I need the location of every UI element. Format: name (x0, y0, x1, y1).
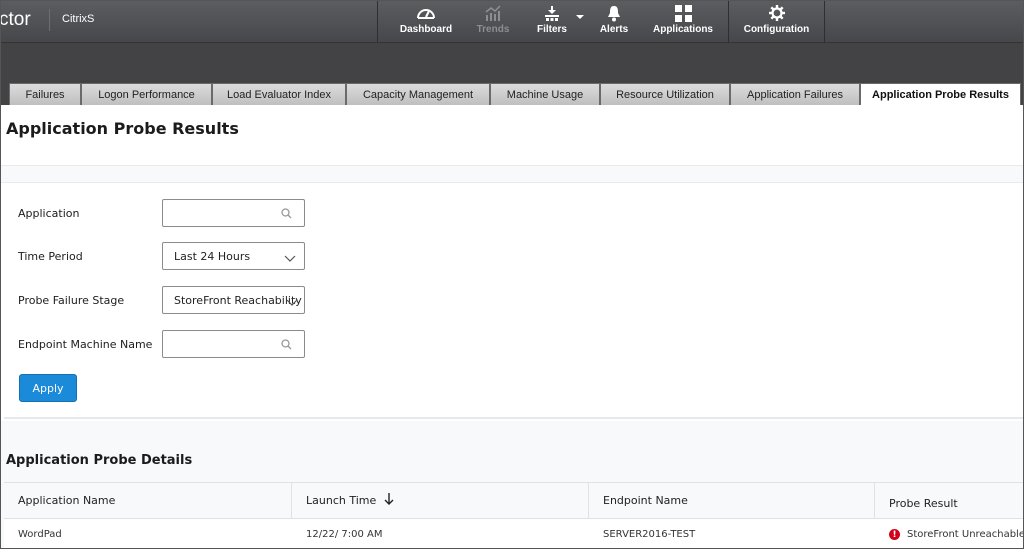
report-tabs: Failures Logon Performance Load Evaluato… (1, 83, 1023, 105)
gear-icon (768, 3, 785, 23)
nav-divider (824, 1, 825, 43)
tab-failures[interactable]: Failures (9, 83, 81, 105)
trend-chart-icon (485, 3, 501, 23)
error-icon: ! (889, 529, 900, 540)
nav-dashboard[interactable]: Dashboard (378, 1, 474, 43)
nav-trends-label: Trends (476, 24, 510, 35)
application-row: Application (18, 199, 305, 227)
tab-capacity-management[interactable]: Capacity Management (346, 83, 490, 105)
chevron-down-icon (284, 253, 296, 266)
app-window: ctor CitrixS Dashboard Trends Filters Al… (0, 0, 1024, 549)
bell-icon (607, 3, 621, 23)
probe-failure-stage-row: Probe Failure Stage StoreFront Reachabil… (18, 286, 305, 314)
cell-application-name: WordPad (18, 529, 62, 540)
filter-network-icon (544, 3, 560, 23)
nav-applications-label: Applications (652, 24, 713, 35)
filter-form: Application Time Period Last 24 Hours Pr… (4, 183, 1023, 419)
column-header-probe-result[interactable]: Probe Result (875, 483, 1023, 518)
probe-failure-stage-label: Probe Failure Stage (18, 293, 125, 307)
details-title: Application Probe Details (6, 453, 193, 468)
brand-logo-text: ctor (0, 9, 31, 30)
caret-down-icon[interactable] (576, 15, 584, 19)
table-header: Application Name Launch Time Endpoint Na… (4, 482, 1023, 519)
search-icon[interactable] (281, 339, 292, 353)
chevron-down-icon (286, 297, 298, 310)
endpoint-machine-name-input[interactable] (162, 330, 305, 358)
time-period-select[interactable]: Last 24 Hours (162, 242, 305, 270)
time-period-label: Time Period (18, 249, 83, 263)
probe-failure-stage-value: StoreFront Reachability (174, 293, 302, 307)
tab-resource-utilization[interactable]: Resource Utilization (600, 83, 730, 105)
nav-dashboard-label: Dashboard (399, 24, 453, 35)
probe-details-table: Application Name Launch Time Endpoint Na… (4, 482, 1024, 548)
tab-application-failures[interactable]: Application Failures (730, 83, 860, 105)
top-nav-bar: ctor CitrixS Dashboard Trends Filters Al… (0, 1, 1023, 43)
tab-application-probe-results[interactable]: Application Probe Results (860, 83, 1021, 105)
search-icon[interactable] (281, 208, 292, 222)
grid-icon (674, 3, 692, 23)
cell-endpoint-name: SERVER2016-TEST (603, 529, 696, 540)
speedometer-icon (416, 3, 436, 23)
tab-logon-performance[interactable]: Logon Performance (81, 83, 212, 105)
column-header-launch-time[interactable]: Launch Time (292, 483, 589, 518)
column-label: Endpoint Name (603, 494, 688, 507)
endpoint-machine-name-row: Endpoint Machine Name (18, 330, 305, 358)
sort-descending-icon[interactable] (384, 493, 394, 508)
column-label: Application Name (18, 494, 116, 507)
nav-alerts-label: Alerts (599, 24, 629, 35)
section-divider (1, 165, 1023, 183)
apply-button[interactable]: Apply (19, 374, 77, 402)
nav-trends[interactable]: Trends (474, 1, 512, 43)
nav-applications[interactable]: Applications (636, 1, 730, 43)
probe-failure-stage-select[interactable]: StoreFront Reachability (162, 286, 305, 314)
nav-configuration-label: Configuration (743, 24, 810, 35)
nav-filters-label: Filters (536, 24, 567, 35)
time-period-row: Time Period Last 24 Hours (18, 242, 305, 270)
nav-configuration[interactable]: Configuration (728, 1, 824, 43)
probe-result-text: StoreFront Unreachable (907, 529, 1024, 540)
nav-alerts[interactable]: Alerts (592, 1, 636, 43)
brand-divider (49, 9, 50, 31)
endpoint-machine-name-label: Endpoint Machine Name (18, 337, 153, 351)
column-label: Probe Result (889, 497, 958, 510)
tab-load-evaluator-index[interactable]: Load Evaluator Index (212, 83, 346, 105)
site-name[interactable]: CitrixS (62, 13, 94, 25)
page-title: Application Probe Results (6, 119, 239, 138)
tab-machine-usage[interactable]: Machine Usage (490, 83, 600, 105)
main-nav: Dashboard Trends Filters Alerts Applicat… (377, 1, 730, 43)
header-band (1, 43, 1023, 83)
column-header-application-name[interactable]: Application Name (4, 483, 292, 518)
nav-filters[interactable]: Filters (512, 1, 592, 43)
application-search-input[interactable] (162, 199, 305, 227)
cell-probe-result: ! StoreFront Unreachable (875, 519, 1024, 548)
column-label: Launch Time (306, 494, 377, 507)
time-period-value: Last 24 Hours (174, 249, 251, 263)
cell-launch-time: 12/22/ 7:00 AM (306, 529, 383, 540)
table-row[interactable]: WordPad 12/22/ 7:00 AM SERVER2016-TEST !… (4, 519, 1024, 548)
column-header-endpoint-name[interactable]: Endpoint Name (589, 483, 875, 518)
application-label: Application (18, 206, 80, 220)
